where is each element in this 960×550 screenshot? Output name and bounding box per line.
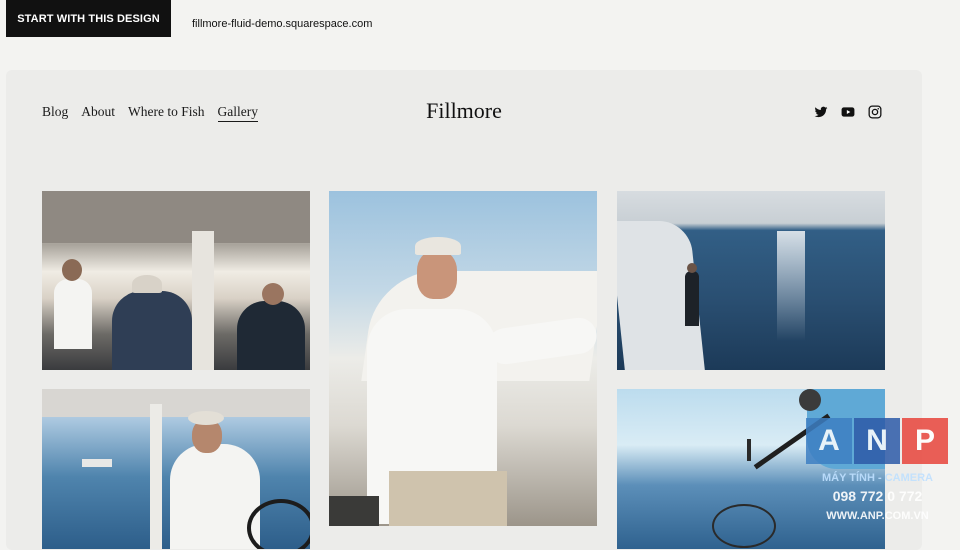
site-url[interactable]: fillmore-fluid-demo.squarespace.com: [192, 18, 372, 30]
start-with-this-design-button[interactable]: START WITH THIS DESIGN: [6, 0, 171, 37]
twitter-icon[interactable]: [814, 105, 828, 119]
watermark-url: WWW.ANP.COM.VN: [826, 510, 929, 522]
watermark-letter: A: [806, 418, 852, 464]
watermark-line: MÁY TÍNH - CAMERA: [821, 472, 933, 484]
site-title[interactable]: Fillmore: [6, 98, 922, 124]
site-preview: Blog About Where to Fish Gallery Fillmor…: [6, 70, 922, 550]
social-links: [814, 105, 882, 119]
watermark-phone: 098 772 0 772: [832, 488, 923, 504]
gallery-image-boat-cabin[interactable]: [42, 191, 310, 370]
watermark-letter: P: [902, 418, 948, 464]
demo-top-bar: START WITH THIS DESIGN fillmore-fluid-de…: [0, 0, 960, 50]
gallery-image-angler-casting[interactable]: [617, 191, 885, 370]
watermark-letter: N: [854, 418, 900, 464]
gallery-image-smiling-man[interactable]: [329, 191, 597, 526]
instagram-icon[interactable]: [868, 105, 882, 119]
youtube-icon[interactable]: [841, 105, 855, 119]
anp-watermark: A N P MÁY TÍNH - CAMERA 098 772 0 772 WW…: [806, 418, 949, 530]
gallery-image-man-driving-boat[interactable]: [42, 389, 310, 549]
